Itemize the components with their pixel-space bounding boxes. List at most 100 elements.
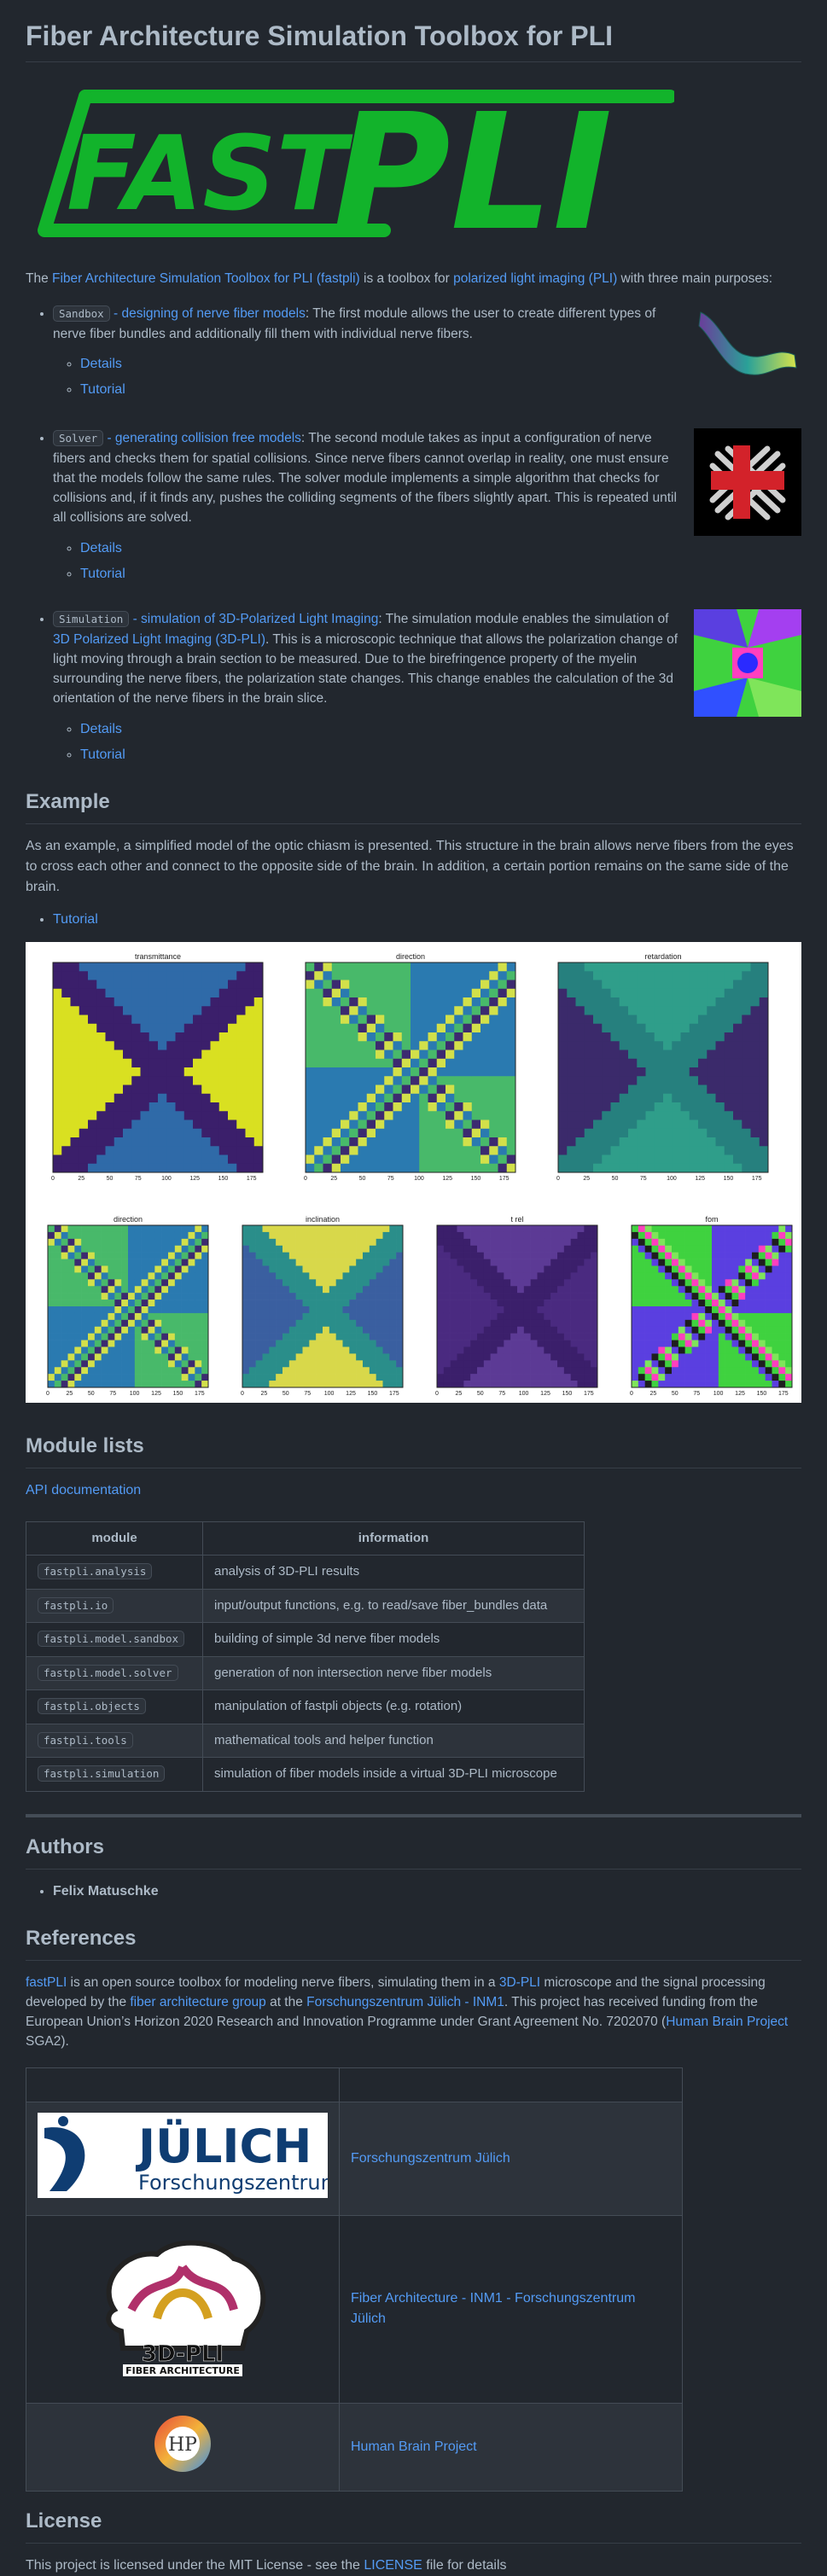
tick-label: 150 <box>218 1176 229 1182</box>
table-row: fastpli.tools mathematical tools and help… <box>26 1723 585 1758</box>
tick-label: 50 <box>107 1176 114 1182</box>
module-info: mathematical tools and helper function <box>202 1723 585 1758</box>
tick-label: 150 <box>724 1176 734 1182</box>
references-section: References fastPLI is an open source too… <box>26 1926 801 2492</box>
panel-title: t rel <box>510 1215 523 1224</box>
license-text: This project is licensed under the MIT L… <box>26 2557 507 2573</box>
sandbox-details-link[interactable]: Details <box>80 357 122 371</box>
example-tutorial-link[interactable]: Tutorial <box>53 912 98 927</box>
col-info: information <box>202 1521 585 1555</box>
sandbox-link[interactable]: - designing of nerve fiber models <box>110 306 306 321</box>
module-name: fastpli.model.solver <box>38 1664 178 1681</box>
tick-label: 175 <box>499 1176 510 1182</box>
example-figure: transmittance 0 25 50 75 100 125 150 175 directio… <box>26 941 801 1403</box>
hbp-logo-cell: HP <box>26 2402 340 2492</box>
tick-label: 125 <box>695 1176 705 1182</box>
tick-label: 75 <box>387 1176 394 1182</box>
tick-label: 50 <box>359 1176 366 1182</box>
tick-label: 125 <box>346 1391 356 1397</box>
sandbox-tutorial-link[interactable]: Tutorial <box>80 382 125 397</box>
tick-label: 175 <box>389 1391 399 1397</box>
tick-label: 175 <box>752 1176 762 1182</box>
simulation-link[interactable]: - simulation of 3D-Polarized Light Imagi… <box>129 612 379 626</box>
panel-title: direction <box>114 1215 143 1224</box>
hbp-link[interactable]: Human Brain Project <box>666 2015 788 2029</box>
hbp-ref-link[interactable]: Human Brain Project <box>351 2439 477 2454</box>
tick-label: 175 <box>247 1176 257 1182</box>
juelich-logo-cell: JÜLICH Forschungszentrum <box>26 2101 341 2216</box>
svg-text:FIBER ARCHITECTURE: FIBER ARCHITECTURE <box>125 2365 240 2376</box>
example-section: Example As an example, a simplified mode… <box>26 789 801 1410</box>
references-table: JÜLICH Forschungszentrum Forschungszentr… <box>26 2067 683 2492</box>
authors-section: Authors Felix Matuschke <box>26 1835 801 1902</box>
simulation-details-link[interactable]: Details <box>80 722 122 736</box>
tick-label: 150 <box>757 1391 767 1397</box>
tick-label: 150 <box>471 1176 481 1182</box>
tick-label: 75 <box>109 1391 116 1397</box>
tick-label: 25 <box>330 1176 337 1182</box>
3dpli-link[interactable]: 3D Polarized Light Imaging (3D-PLI) <box>53 632 265 647</box>
pli-link[interactable]: polarized light imaging (PLI) <box>453 271 617 286</box>
readme-page: Fiber Architecture Simulation Toolbox fo… <box>0 0 827 2576</box>
panel-title: transmittance <box>135 952 181 961</box>
tick-label: 100 <box>130 1391 140 1397</box>
module-name: fastpli.objects <box>38 1698 146 1714</box>
fastpli-repo-link[interactable]: fastPLI <box>26 1975 67 1990</box>
references-paragraph: fastPLI is an open source toolbox for mo… <box>26 1974 789 2050</box>
author-name: Felix Matuschke <box>53 1883 159 1899</box>
api-doc-link[interactable]: API documentation <box>26 1483 141 1497</box>
tick-label: 25 <box>650 1391 657 1397</box>
tick-label: 175 <box>195 1391 205 1397</box>
table-row: fastpli.io input/output functions, e.g. t… <box>26 1588 585 1623</box>
license-link[interactable]: LICENSE <box>364 2558 422 2573</box>
example-text: As an example, a simplified model of the… <box>26 838 794 894</box>
module-info: input/output functions, e.g. to read/sav… <box>202 1588 585 1623</box>
tick-label: 100 <box>519 1391 529 1397</box>
tick-label: 100 <box>161 1176 172 1182</box>
solver-link[interactable]: - generating collision free models <box>103 431 300 445</box>
module-name: fastpli.tools <box>38 1731 133 1748</box>
panel-title: fom <box>705 1215 718 1224</box>
tick-label: 125 <box>442 1176 452 1182</box>
map-panel: t rel 0 25 50 75 100 125 150 175 <box>435 1215 598 1397</box>
map-panel: direction 0 25 50 75 100 125 150 175 <box>304 952 516 1182</box>
tick-label: 0 <box>435 1391 439 1397</box>
tick-label: 0 <box>630 1391 633 1397</box>
fz-inm1-link[interactable]: Forschungszentrum Jülich - INM1 <box>306 1995 504 2009</box>
juelich-logo: JÜLICH Forschungszentrum <box>38 2112 341 2198</box>
fiber-architecture-logo: 3D-PLI FIBER ARCHITECTURE <box>106 2240 266 2376</box>
modules-section: Module lists API documentation module in… <box>26 1433 801 1792</box>
3dpli-ref-link[interactable]: 3D-PLI <box>499 1975 540 1990</box>
fastpli-logo-graphic: FAST PLI <box>38 79 677 266</box>
tick-label: 125 <box>151 1391 161 1397</box>
tick-label: 75 <box>135 1176 142 1182</box>
modules-heading: Module lists <box>26 1433 801 1468</box>
fastpli-link[interactable]: Fiber Architecture Simulation Toolbox fo… <box>52 271 360 286</box>
juelich-link[interactable]: Forschungszentrum Jülich <box>351 2151 510 2166</box>
intro-paragraph: The Fiber Architecture Simulation Toolbo… <box>26 271 773 286</box>
feature-simulation: Simulation - simulation of 3D-Polarized … <box>53 609 801 765</box>
crossing-fibers-icon <box>694 428 801 537</box>
tick-label: 0 <box>304 1176 307 1182</box>
map-panel: fom 0 25 50 75 100 125 150 175 <box>630 1215 793 1397</box>
tick-label: 150 <box>173 1391 183 1397</box>
table-row: fastpli.objects manipulation of fastpli o… <box>26 1689 585 1724</box>
fom-map-icon <box>694 609 801 718</box>
module-table: module information fastpli.analysis analy… <box>26 1521 585 1792</box>
tick-label: 150 <box>562 1391 573 1397</box>
sandbox-badge: Sandbox <box>53 305 110 323</box>
col-module: module <box>26 1521 203 1555</box>
svg-text:HP: HP <box>168 2434 197 2456</box>
fiber-arch-logo-cell: 3D-PLI FIBER ARCHITECTURE <box>26 2214 340 2404</box>
tick-label: 0 <box>241 1391 244 1397</box>
module-name: fastpli.io <box>38 1596 114 1614</box>
fiber-arch-link[interactable]: Fiber Architecture - INM1 - Forschungsze… <box>351 2291 635 2326</box>
simulation-tutorial-link[interactable]: Tutorial <box>80 747 125 762</box>
solver-tutorial-link[interactable]: Tutorial <box>80 567 125 581</box>
page-title: Fiber Architecture Simulation Toolbox fo… <box>26 0 801 62</box>
tick-label: 25 <box>67 1391 73 1397</box>
fiber-group-link[interactable]: fiber architecture group <box>130 1995 265 2009</box>
tick-label: 50 <box>88 1391 95 1397</box>
tick-label: 25 <box>261 1391 268 1397</box>
solver-details-link[interactable]: Details <box>80 541 122 555</box>
